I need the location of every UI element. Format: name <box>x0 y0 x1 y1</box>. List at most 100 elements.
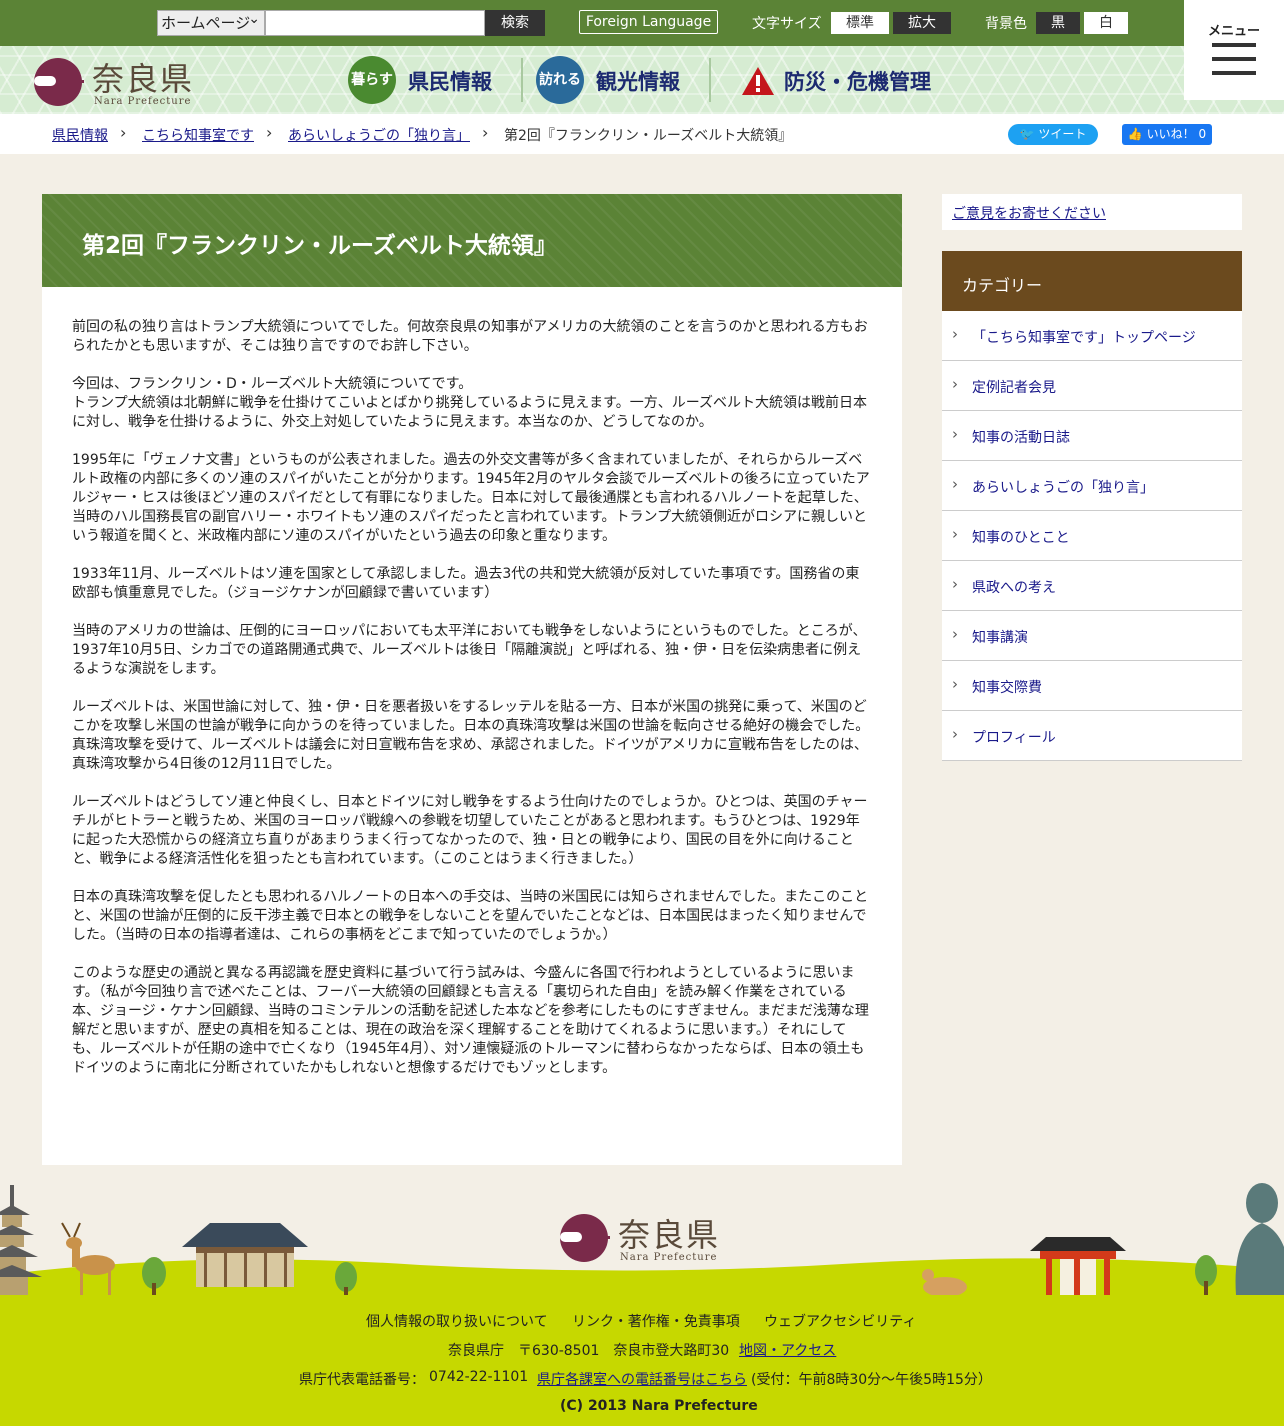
category-item[interactable]: › プロフィール <box>942 711 1242 761</box>
chevron-right-icon: › <box>952 675 958 693</box>
article-paragraph: ルーズベルトは、米国世論に対して、独・伊・日を悪者扱いをするレッテルを貼る一方、… <box>72 699 870 772</box>
article-paragraph: ルーズベルトはどうしてソ連と仲良くし、日本とドイツに対し戦争をするよう仕向けたの… <box>72 794 868 867</box>
background-black-button[interactable]: 黒 <box>1036 12 1080 34</box>
font-size-standard-button[interactable]: 標準 <box>831 12 889 34</box>
chevron-right-icon: › <box>120 123 127 142</box>
category-label: 知事交際費 <box>972 680 1042 696</box>
twitter-bird-icon: 🐦 <box>1019 127 1035 141</box>
menu-button[interactable]: メニュー <box>1184 0 1284 100</box>
top-utility-bar: ホームページ 検索 Foreign Language 文字サイズ 標準 拡大 背… <box>0 0 1284 46</box>
nara-prefecture-logo[interactable]: 奈良県 Nara Prefecture <box>30 54 210 110</box>
background-white-button[interactable]: 白 <box>1084 12 1128 34</box>
menu-label: メニュー <box>1207 24 1260 39</box>
web-accessibility-link[interactable]: ウェブアクセシビリティ <box>764 1311 916 1331</box>
article-paragraph: このような歴史の通説と異なる再認識を歴史資料に基づいて行う試みは、今盛んに各国で… <box>72 965 869 1076</box>
category-item[interactable]: › 知事の活動日誌 <box>942 411 1242 461</box>
article-paragraph: 今回は、フランクリン・D・ルーズベルト大統領についてです。 トランプ大統領は北朝… <box>72 376 868 430</box>
privacy-policy-link[interactable]: 個人情報の取り扱いについて <box>366 1311 548 1331</box>
chevron-right-icon: › <box>482 123 489 142</box>
foreign-language-button[interactable]: Foreign Language <box>579 10 718 34</box>
category-label: プロフィール <box>972 730 1056 746</box>
article-paragraph: 1933年11月、ルーズベルトはソ連を国家として承認しました。過去3代の共和党大… <box>72 566 860 601</box>
logo-text: 奈良県 <box>92 60 195 98</box>
nav-label: 観光情報 <box>596 70 680 94</box>
article-header: 第2回『フランクリン・ルーズベルト大統領』 <box>42 194 902 287</box>
nav-residents-info[interactable]: 暮らす 県民情報 <box>348 56 508 104</box>
background-color-label: 背景色 <box>985 16 1027 32</box>
copyright: (C) 2013 Nara Prefecture <box>560 1398 758 1414</box>
site-scope-select[interactable]: ホームページ <box>157 7 265 36</box>
category-label: 知事の活動日誌 <box>972 430 1070 446</box>
chevron-right-icon: › <box>952 525 958 543</box>
breadcrumb-link[interactable]: こちら知事室です <box>142 125 254 145</box>
otozureru-icon: 訪れる <box>536 56 584 104</box>
nav-label: 県民情報 <box>408 70 492 94</box>
phone-label: 県庁代表電話番号： <box>299 1372 425 1388</box>
thumbs-up-icon: 👍 <box>1127 127 1143 141</box>
category-title: カテゴリー <box>962 276 1043 295</box>
footer: 個人情報の取り扱いについて リンク・著作権・免責事項 ウェブアクセシビリティ 奈… <box>0 1295 1284 1426</box>
logo-subtitle: Nara Prefecture <box>94 96 192 107</box>
footer-logo-text: 奈良県 <box>618 1216 721 1254</box>
category-list: › 「こちら知事室です」トップページ › 定例記者会見 › 知事の活動日誌 › あらいし… <box>942 311 1242 761</box>
article-body: 前回の私の独り言はトランプ大統領についてでした。何故奈良県の知事がアメリカの大統… <box>72 318 872 1097</box>
category-item[interactable]: › 定例記者会見 <box>942 361 1242 411</box>
nav-tourism-info[interactable]: 訪れる 観光情報 <box>536 56 696 104</box>
chevron-right-icon: › <box>952 425 958 443</box>
article-paragraph: 1995年に「ヴェノナ文書」というものが公表されました。過去の外交文書等が多く含… <box>72 452 870 544</box>
search-button[interactable]: 検索 <box>485 10 545 36</box>
category-label: あらいしょうごの「独り言」 <box>972 480 1154 496</box>
department-phone-link[interactable]: 県庁各課室への電話番号はこちら <box>537 1369 747 1389</box>
category-label: 知事のひとこと <box>972 530 1070 546</box>
article-paragraph: 日本の真珠湾攻撃を促したとも思われるハルノートの日本への手交は、当時の米国民には… <box>72 889 869 943</box>
office-address: 奈良県庁 〒630-8501 奈良市登大路町30 <box>448 1343 730 1359</box>
breadcrumb-current: 第2回『フランクリン・ルーズベルト大統領』 <box>504 128 793 144</box>
font-size-large-button[interactable]: 拡大 <box>893 12 951 34</box>
category-label: 「こちら知事室です」トップページ <box>972 330 1196 346</box>
buddha-statue-icon <box>1235 1183 1284 1295</box>
category-item[interactable]: › 「こちら知事室です」トップページ <box>942 311 1242 361</box>
facebook-like-button[interactable]: 👍 いいね！ 0 <box>1122 124 1212 145</box>
chevron-right-icon: › <box>952 575 958 593</box>
category-item[interactable]: › 知事講演 <box>942 611 1242 661</box>
search-input[interactable] <box>265 10 485 36</box>
category-item[interactable]: › 知事のひとこと <box>942 511 1242 561</box>
category-label: 知事講演 <box>972 630 1028 646</box>
breadcrumb-link[interactable]: あらいしょうごの「独り言」 <box>288 125 470 145</box>
footer-logo[interactable]: 奈良県 Nara Prefecture <box>556 1210 736 1266</box>
kurasu-icon: 暮らす <box>348 56 396 104</box>
nav-label: 防災・危機管理 <box>784 70 931 94</box>
warning-icon <box>742 67 774 95</box>
tweet-button[interactable]: 🐦 ツイート <box>1008 124 1098 145</box>
article-paragraph: 前回の私の独り言はトランプ大統領についてでした。何故奈良県の知事がアメリカの大統… <box>72 319 868 354</box>
footer-logo-subtitle: Nara Prefecture <box>620 1252 718 1263</box>
category-item[interactable]: › 県政への考え <box>942 561 1242 611</box>
page-title: 第2回『フランクリン・ルーズベルト大統領』 <box>82 233 557 259</box>
tweet-label: ツイート <box>1038 127 1087 141</box>
chevron-right-icon: › <box>952 725 958 743</box>
article-paragraph: 当時のアメリカの世論は、圧倒的にヨーロッパにおいても太平洋においても戦争をしない… <box>72 623 867 677</box>
category-header: カテゴリー <box>942 251 1242 311</box>
site-header: 奈良県 Nara Prefecture 暮らす 県民情報 訪れる 観光情報 防災… <box>0 46 1284 114</box>
copyright-disclaimer-link[interactable]: リンク・著作権・免責事項 <box>572 1311 740 1331</box>
temple-icon <box>182 1223 308 1287</box>
chevron-right-icon: › <box>952 375 958 393</box>
category-item[interactable]: › 知事交際費 <box>942 661 1242 711</box>
opinion-box: ご意見をお寄せください <box>942 194 1242 230</box>
font-size-label: 文字サイズ <box>752 16 822 32</box>
breadcrumb-link[interactable]: 県民情報 <box>52 125 108 145</box>
category-label: 県政への考え <box>972 580 1056 596</box>
chevron-right-icon: › <box>952 475 958 493</box>
reception-hours: (受付：午前8時30分～午後5時15分） <box>751 1372 992 1388</box>
chevron-right-icon: › <box>266 123 273 142</box>
chevron-right-icon: › <box>952 325 958 343</box>
phone-number: 0742-22-1101 <box>429 1369 529 1385</box>
send-opinion-link[interactable]: ご意見をお寄せください <box>952 203 1106 223</box>
article: 第2回『フランクリン・ルーズベルト大統領』 前回の私の独り言はトランプ大統領につ… <box>42 194 902 1165</box>
nav-disaster-management[interactable]: 防災・危機管理 <box>741 56 941 104</box>
map-access-link[interactable]: 地図・アクセス <box>739 1340 836 1360</box>
like-label: いいね！ 0 <box>1146 127 1207 141</box>
chevron-right-icon: › <box>952 625 958 643</box>
category-item[interactable]: › あらいしょうごの「独り言」 <box>942 461 1242 511</box>
breadcrumb: 県民情報 › こちら知事室です › あらいしょうごの「独り言」 › 第2回『フラ… <box>0 114 1284 154</box>
